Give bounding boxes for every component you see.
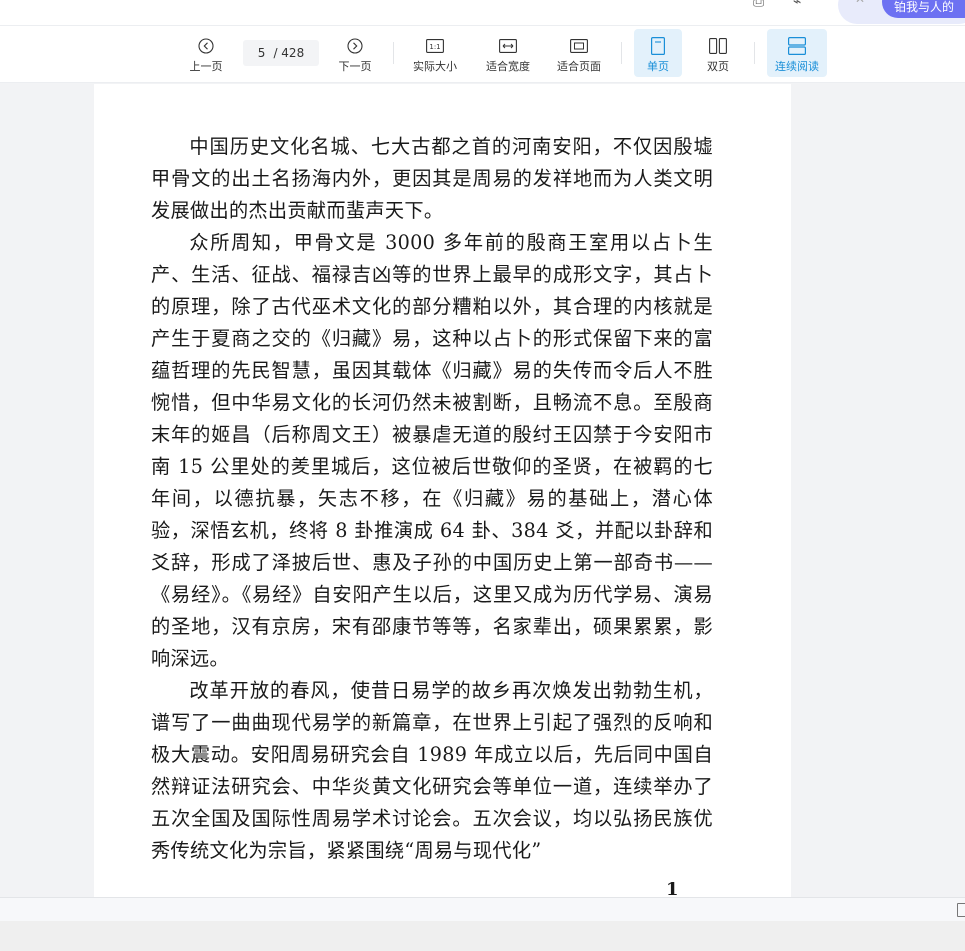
prev-page-label: 上一页 (189, 60, 223, 73)
fit-width-label: 适合宽度 (486, 60, 530, 73)
top-bar: ⎙ ⌁ ✕ 铂我与人的 (0, 0, 965, 26)
fit-width-icon (499, 36, 517, 56)
document-page: 中国历史文化名城、七大古都之首的河南安阳，不仅因殷墟甲骨文的出土名扬海内外，更因… (94, 84, 791, 897)
continuous-reading-label: 连续阅读 (775, 60, 819, 73)
panel-icon[interactable] (957, 903, 965, 917)
divider (621, 42, 622, 64)
double-page-label: 双页 (707, 60, 729, 73)
actual-size-label: 实际大小 (413, 60, 457, 73)
actual-size-icon: 1:1 (426, 36, 444, 56)
prev-page-button[interactable]: 上一页 (184, 29, 228, 77)
paragraph: 改革开放的春风，使昔日易学的故乡再次焕发出勃勃生机，谱写了一曲曲现代易学的新篇章… (151, 679, 713, 862)
total-pages: / 428 (273, 46, 305, 60)
viewer-toolbar: 上一页 5 / 428 下一页 1:1 实际大小 适合宽度 适合页面 单页 双页… (0, 26, 965, 83)
status-bar (0, 897, 965, 921)
chevron-left-circle-icon (198, 36, 214, 56)
share-icon[interactable]: ⌁ (793, 0, 801, 10)
single-page-button[interactable]: 单页 (634, 29, 682, 77)
paragraph: 中国历史文化名城、七大古都之首的河南安阳，不仅因殷墟甲骨文的出土名扬海内外，更因… (151, 135, 713, 222)
top-action-button[interactable]: 铂我与人的 (882, 0, 965, 18)
bottom-area (0, 921, 965, 951)
double-page-button[interactable]: 双页 (696, 29, 740, 77)
next-page-button[interactable]: 下一页 (333, 29, 377, 77)
download-icon[interactable]: ⎙ (753, 0, 764, 10)
continuous-reading-icon (788, 36, 806, 56)
single-page-icon (651, 36, 665, 56)
next-page-label: 下一页 (338, 60, 372, 73)
page-number: 1 (666, 879, 679, 897)
close-icon[interactable]: ✕ (855, 0, 865, 6)
chevron-right-circle-icon (347, 36, 363, 56)
actual-size-button[interactable]: 1:1 实际大小 (407, 29, 463, 77)
divider (754, 42, 755, 64)
fit-page-icon (570, 36, 588, 56)
current-page-input[interactable]: 5 (258, 46, 266, 60)
continuous-reading-button[interactable]: 连续阅读 (767, 29, 827, 77)
svg-text:1:1: 1:1 (429, 43, 440, 51)
page-text: 中国历史文化名城、七大古都之首的河南安阳，不仅因殷墟甲骨文的出土名扬海内外，更因… (151, 131, 713, 867)
divider (393, 42, 394, 64)
fit-width-button[interactable]: 适合宽度 (480, 29, 536, 77)
document-viewer[interactable]: 中国历史文化名城、七大古都之首的河南安阳，不仅因殷墟甲骨文的出土名扬海内外，更因… (0, 84, 965, 897)
double-page-icon (709, 36, 727, 56)
single-page-label: 单页 (647, 60, 669, 73)
fit-page-label: 适合页面 (557, 60, 601, 73)
paragraph: 众所周知，甲骨文是 3000 多年前的殷商王室用以占卜生产、生活、征战、福禄吉凶… (151, 231, 713, 670)
page-indicator: 5 / 428 (243, 40, 319, 66)
fit-page-button[interactable]: 适合页面 (551, 29, 607, 77)
